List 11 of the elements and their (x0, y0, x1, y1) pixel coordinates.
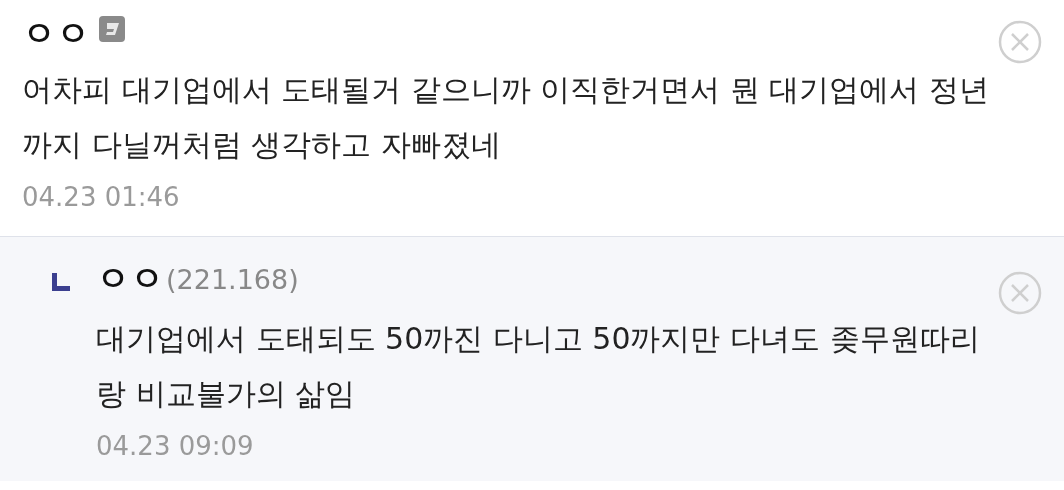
ip-address: (221.168) (166, 263, 299, 295)
delete-icon[interactable] (998, 271, 1042, 315)
badge-icon (98, 15, 126, 43)
timestamp: 04.23 09:09 (96, 430, 255, 463)
timestamp: 04.23 01:46 (22, 181, 181, 214)
author-name[interactable]: ㅇㅇ (96, 256, 164, 302)
comment-text: 대기업에서 도태되도 50까진 다니고 50까지만 다녀도 좆무원따리랑 비교불가의 삶임 (96, 320, 981, 413)
delete-icon[interactable] (998, 20, 1042, 64)
comment-text: 어차피 대기업에서 도태될거 같으니까 이직한거면서 뭔 대기업에서 정년까지 다닐꺼처럼 생각하고 자빠졌네 (22, 71, 990, 164)
reply-arrow-icon (50, 271, 72, 293)
author-name[interactable]: ㅇㅇ (22, 11, 90, 57)
